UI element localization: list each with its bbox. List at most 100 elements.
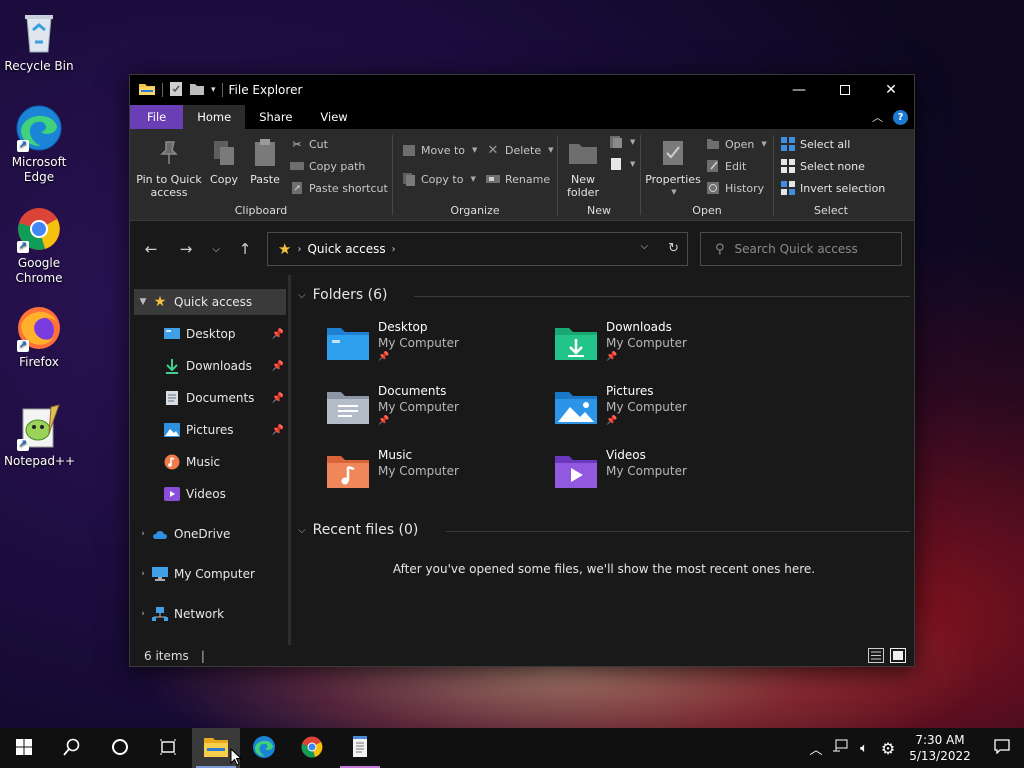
pin-icon[interactable]: 📌 bbox=[272, 361, 284, 372]
recent-files-section-header[interactable]: ⌵ Recent files (0) bbox=[298, 522, 418, 538]
maximize-button[interactable] bbox=[822, 75, 868, 105]
chevron-right-icon[interactable]: › bbox=[134, 569, 152, 579]
collapse-ribbon-icon[interactable]: ︿ bbox=[872, 109, 883, 125]
minimize-button[interactable]: — bbox=[776, 75, 822, 105]
pin-icon[interactable]: 📌 bbox=[272, 425, 284, 436]
pin-to-quick-access-button[interactable]: Pin to Quick access bbox=[136, 137, 202, 199]
nav-item-documents[interactable]: Documents 📌 bbox=[134, 385, 286, 411]
recent-locations-button[interactable]: ⌵ bbox=[204, 237, 228, 261]
tab-view[interactable]: View bbox=[306, 105, 361, 129]
search-button[interactable] bbox=[48, 728, 96, 768]
taskbar-notepad[interactable] bbox=[336, 728, 384, 768]
chevron-right-icon[interactable]: › bbox=[134, 609, 152, 619]
easy-access-button[interactable]: ▼ bbox=[609, 157, 635, 171]
forward-button[interactable]: → bbox=[174, 237, 198, 261]
folder-tile-music[interactable]: Music My Computer bbox=[326, 447, 546, 503]
show-hidden-icons-button[interactable]: ︿ bbox=[804, 728, 828, 768]
invert-selection-button[interactable]: Invert selection bbox=[781, 181, 885, 195]
address-dropdown-icon[interactable]: ⌵ bbox=[641, 241, 649, 256]
details-view-icon[interactable] bbox=[868, 648, 884, 666]
cortana-button[interactable] bbox=[96, 728, 144, 768]
paste-shortcut-button[interactable]: Paste shortcut bbox=[290, 181, 388, 195]
search-icon bbox=[63, 738, 81, 759]
back-button[interactable]: ← bbox=[139, 237, 163, 261]
clock[interactable]: 7:30 AM 5/13/2022 bbox=[900, 732, 980, 764]
tab-home[interactable]: Home bbox=[183, 105, 246, 129]
taskbar-edge[interactable] bbox=[240, 728, 288, 768]
new-item-button[interactable]: ▼ bbox=[609, 135, 635, 149]
notifications-button[interactable] bbox=[980, 728, 1024, 768]
breadcrumb-quick-access[interactable]: Quick access bbox=[307, 242, 385, 256]
volume-button[interactable]: 🔈︎ bbox=[852, 728, 876, 768]
up-button[interactable]: ↑ bbox=[233, 237, 257, 261]
properties-icon[interactable] bbox=[169, 81, 183, 100]
ribbon-group-separator bbox=[773, 135, 774, 215]
paste-button[interactable]: Paste bbox=[246, 137, 284, 186]
rename-button[interactable]: Rename bbox=[486, 172, 550, 186]
task-view-button[interactable] bbox=[144, 728, 192, 768]
new-folder-icon[interactable] bbox=[189, 82, 205, 99]
breadcrumb-separator-icon: › bbox=[297, 243, 302, 255]
search-input[interactable] bbox=[734, 242, 885, 256]
cut-button[interactable]: ✂ Cut bbox=[290, 137, 328, 151]
large-icons-view-icon[interactable] bbox=[890, 648, 906, 666]
copy-to-button[interactable]: Copy to ▼ bbox=[402, 172, 476, 186]
delete-button[interactable]: ✕ Delete ▼ bbox=[486, 143, 554, 158]
new-folder-button[interactable]: New folder bbox=[561, 137, 605, 199]
address-bar[interactable]: ★ › Quick access › ⌵ ↻ bbox=[267, 232, 688, 266]
chevron-down-icon: ⌵ bbox=[298, 524, 306, 536]
desktop-icon-firefox[interactable]: ↗ Firefox bbox=[4, 304, 74, 370]
help-icon[interactable]: ? bbox=[893, 109, 908, 125]
folder-name: Desktop bbox=[378, 320, 428, 334]
search-box[interactable]: ⚲ bbox=[700, 232, 902, 266]
tab-share[interactable]: Share bbox=[245, 105, 306, 129]
folder-tile-videos[interactable]: Videos My Computer bbox=[554, 447, 774, 503]
pin-icon[interactable]: 📌 bbox=[272, 393, 284, 404]
desktop-icon-label: Firefox bbox=[19, 355, 59, 369]
nav-item-onedrive[interactable]: › OneDrive bbox=[134, 521, 286, 547]
folder-tile-desktop[interactable]: Desktop My Computer 📌 bbox=[326, 319, 546, 375]
desktop-icon-edge[interactable]: ↗ Microsoft Edge bbox=[4, 104, 74, 185]
folders-section-header[interactable]: ⌵ Folders (6) bbox=[298, 287, 387, 303]
section-divider bbox=[414, 296, 910, 297]
folder-name: Videos bbox=[606, 448, 646, 462]
select-all-button[interactable]: Select all bbox=[781, 137, 850, 151]
properties-button[interactable]: Properties ▼ bbox=[644, 137, 702, 199]
folder-tile-downloads[interactable]: Downloads My Computer 📌 bbox=[554, 319, 774, 375]
refresh-icon[interactable]: ↻ bbox=[668, 241, 679, 256]
open-button[interactable]: Open ▼ bbox=[706, 137, 767, 151]
download-arrow-icon bbox=[164, 358, 180, 374]
tab-file[interactable]: File bbox=[130, 105, 184, 129]
desktop-icon-notepadpp[interactable]: ↗ Notepad++ bbox=[4, 403, 75, 469]
chevron-right-icon[interactable]: › bbox=[134, 529, 152, 539]
history-button[interactable]: History bbox=[706, 181, 764, 195]
copy-path-button[interactable]: Copy path bbox=[290, 159, 365, 173]
notepadpp-icon: ↗ bbox=[15, 403, 63, 451]
folder-tile-pictures[interactable]: Pictures My Computer 📌 bbox=[554, 383, 774, 439]
start-button[interactable] bbox=[0, 728, 48, 768]
pane-splitter[interactable] bbox=[288, 275, 291, 645]
nav-item-quick-access[interactable]: ▼ ★ Quick access bbox=[134, 289, 286, 315]
copy-button[interactable]: Copy bbox=[205, 137, 243, 186]
nav-item-my-computer[interactable]: › My Computer bbox=[134, 561, 286, 587]
nav-item-downloads[interactable]: Downloads 📌 bbox=[134, 353, 286, 379]
desktop-icon-chrome[interactable]: ↗ Google Chrome bbox=[4, 205, 74, 286]
taskbar-chrome[interactable] bbox=[288, 728, 336, 768]
network-status-button[interactable] bbox=[828, 728, 852, 768]
select-none-button[interactable]: Select none bbox=[781, 159, 865, 173]
nav-item-music[interactable]: Music bbox=[134, 449, 286, 475]
close-button[interactable]: ✕ bbox=[868, 75, 914, 105]
desktop-icon-recycle-bin[interactable]: Recycle Bin bbox=[4, 8, 74, 74]
chevron-down-icon[interactable]: ▼ bbox=[134, 297, 152, 307]
nav-item-desktop[interactable]: Desktop 📌 bbox=[134, 321, 286, 347]
customize-toolbar-icon[interactable]: ▾ bbox=[211, 85, 216, 95]
nav-item-videos[interactable]: Videos bbox=[134, 481, 286, 507]
folder-tile-documents[interactable]: Documents My Computer 📌 bbox=[326, 383, 546, 439]
nav-item-network[interactable]: › Network bbox=[134, 601, 286, 627]
edit-button[interactable]: Edit bbox=[706, 159, 746, 173]
pin-icon[interactable]: 📌 bbox=[272, 329, 284, 340]
move-to-button[interactable]: Move to ▼ bbox=[402, 143, 477, 157]
nav-item-pictures[interactable]: Pictures 📌 bbox=[134, 417, 286, 443]
settings-button[interactable]: ⚙ bbox=[876, 728, 900, 768]
computer-icon bbox=[152, 566, 168, 582]
